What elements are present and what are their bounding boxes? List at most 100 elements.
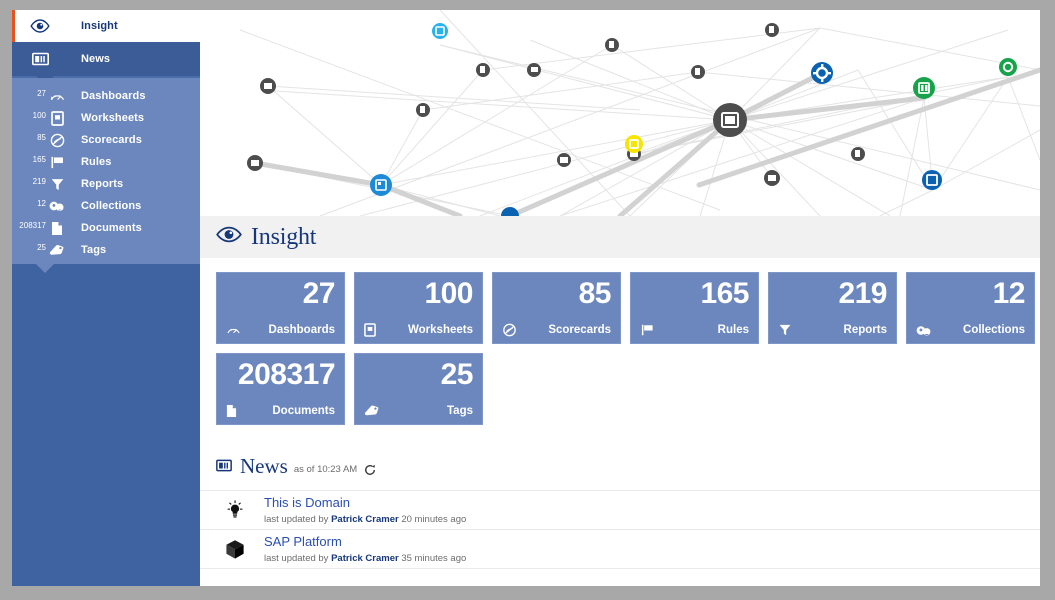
news-item-text: SAP Platform last updated by Patrick Cra… (264, 534, 466, 563)
tile-label-documents: Documents (272, 405, 335, 417)
graph-node-green[interactable] (913, 77, 935, 99)
tile-value-reports: 219 (838, 277, 887, 310)
news-title: News (240, 454, 288, 478)
sidebar-item-documents[interactable]: 208317 Documents (12, 217, 200, 239)
sidebar-item-dashboards[interactable]: 27 Dashboards (12, 85, 200, 107)
news-list: This is Domain last updated by Patrick C… (200, 490, 1040, 569)
flag-icon (46, 155, 68, 170)
sidebar-item-news[interactable]: News (12, 42, 200, 76)
content-panel: Insight 27 Dashboards 100 Worksheets 85 … (200, 216, 1040, 586)
graph-node-default[interactable] (416, 103, 430, 117)
graph-node-blue[interactable] (811, 62, 833, 84)
sidebar-item-reports[interactable]: 219 Reports (12, 173, 200, 195)
tile-reports[interactable]: 219 Reports (768, 272, 897, 344)
news-item-meta-prefix: last updated by (264, 552, 332, 564)
sidebar-count-worksheets: 100 (32, 110, 46, 120)
tile-value-tags: 25 (440, 358, 474, 391)
sidebar-item-news-label: News (81, 53, 111, 65)
news-item-title[interactable]: This is Domain (264, 495, 466, 511)
document-icon (46, 221, 68, 236)
tile-rules[interactable]: 165 Rules (630, 272, 759, 344)
sidebar-count-collections: 12 (37, 198, 46, 208)
news-item-author: Patrick Cramer (331, 513, 399, 525)
sidebar-count-scorecards: 85 (37, 132, 46, 142)
tile-label-tags: Tags (447, 405, 473, 417)
refresh-icon[interactable] (364, 464, 376, 477)
graph-node-default[interactable] (691, 65, 705, 79)
tag-icon (46, 243, 68, 258)
sidebar-item-collections[interactable]: 12 Collections (12, 195, 200, 217)
tile-collections[interactable]: 12 Collections (906, 272, 1035, 344)
sidebar-footer-panel (12, 264, 200, 586)
sidebar-item-scorecards[interactable]: 85 Scorecards (12, 129, 200, 151)
graph-node-default[interactable] (605, 38, 619, 52)
tile-dashboards[interactable]: 27 Dashboards (216, 272, 345, 344)
sidebar-label-reports: Reports (81, 178, 124, 190)
graph-node-default[interactable] (476, 63, 490, 77)
sidebar-count-rules: 165 (32, 154, 46, 164)
tile-label-collections: Collections (963, 324, 1025, 336)
scorecard-icon (502, 323, 517, 337)
news-item[interactable]: This is Domain last updated by Patrick C… (200, 490, 1040, 529)
document-icon (226, 404, 237, 418)
eye-icon (216, 226, 242, 248)
tile-value-collections: 12 (992, 277, 1026, 310)
graph-node-green[interactable] (999, 58, 1017, 76)
eye-icon (12, 19, 68, 33)
sidebar-label-collections: Collections (81, 200, 142, 212)
graph-node-blue[interactable] (922, 170, 942, 190)
tile-label-dashboards: Dashboards (268, 324, 335, 336)
news-item[interactable]: SAP Platform last updated by Patrick Cra… (200, 529, 1040, 569)
sidebar-item-rules[interactable]: 165 Rules (12, 151, 200, 173)
tile-documents[interactable]: 208317 Documents (216, 353, 345, 425)
flag-icon (640, 323, 655, 337)
graph-node-default[interactable] (765, 23, 779, 37)
collection-icon (46, 199, 68, 213)
sidebar-item-insight-label: Insight (81, 20, 118, 32)
tile-worksheets[interactable]: 100 Worksheets (354, 272, 483, 344)
scorecard-icon (46, 133, 68, 148)
graph-node-default[interactable] (247, 155, 263, 171)
lightbulb-icon (216, 500, 254, 520)
news-item-author: Patrick Cramer (331, 552, 399, 564)
sidebar-label-documents: Documents (81, 222, 142, 234)
sidebar-label-rules: Rules (81, 156, 112, 168)
network-graph[interactable] (200, 10, 1040, 216)
tag-icon (364, 404, 380, 418)
worksheet-icon (46, 110, 68, 126)
sidebar-item-tags[interactable]: 25 Tags (12, 239, 200, 261)
graph-node-default[interactable] (260, 78, 276, 94)
sidebar-item-insight[interactable]: Insight (12, 10, 200, 42)
tile-label-worksheets: Worksheets (408, 324, 473, 336)
news-item-text: This is Domain last updated by Patrick C… (264, 495, 466, 524)
sidebar-item-worksheets[interactable]: 100 Worksheets (12, 107, 200, 129)
tile-value-worksheets: 100 (424, 277, 473, 310)
graph-node-hub[interactable] (713, 103, 747, 137)
worksheet-icon (364, 323, 376, 337)
gauge-icon (226, 323, 241, 337)
graph-node-default[interactable] (851, 147, 865, 161)
graph-node-blue[interactable] (501, 207, 519, 216)
sidebar-footer-pointer (36, 264, 54, 273)
news-item-title[interactable]: SAP Platform (264, 534, 466, 550)
sidebar-nav-list: 27 Dashboards 100 Worksheets 85 Scorecar… (12, 78, 200, 267)
collection-icon (916, 324, 932, 337)
sidebar-label-dashboards: Dashboards (81, 90, 146, 102)
tile-value-scorecards: 85 (578, 277, 612, 310)
tile-scorecards[interactable]: 85 Scorecards (492, 272, 621, 344)
graph-node-yellow[interactable] (625, 135, 643, 153)
gauge-icon (46, 89, 68, 104)
sidebar-count-tags: 25 (37, 242, 46, 252)
graph-node-light-blue[interactable] (432, 23, 448, 39)
graph-node-default[interactable] (764, 170, 780, 186)
graph-node-blue[interactable] (370, 174, 392, 196)
tile-tags[interactable]: 25 Tags (354, 353, 483, 425)
sidebar-label-scorecards: Scorecards (81, 134, 142, 146)
tile-value-dashboards: 27 (302, 277, 336, 310)
funnel-icon (46, 177, 68, 192)
sidebar-count-documents: 208317 (19, 220, 46, 230)
graph-node-default[interactable] (527, 63, 541, 77)
graph-node-default[interactable] (557, 153, 571, 167)
summary-tiles: 27 Dashboards 100 Worksheets 85 Scorecar… (200, 258, 1040, 425)
sidebar-label-worksheets: Worksheets (81, 112, 145, 124)
